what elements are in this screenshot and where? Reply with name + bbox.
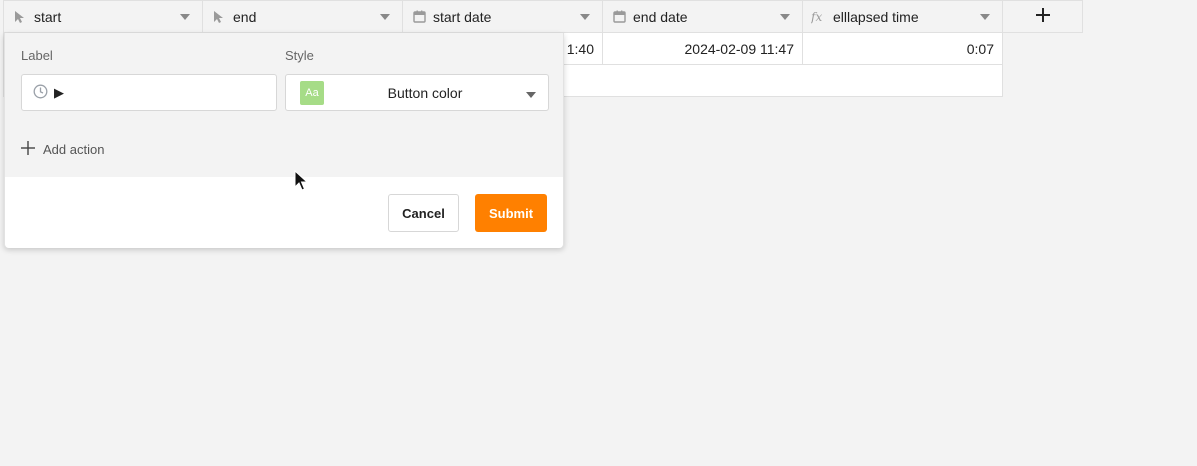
- plus-icon: [21, 140, 35, 158]
- table-cell[interactable]: 0:07: [803, 33, 1003, 65]
- table-view: start end start date end date fx elllaps…: [0, 0, 1197, 466]
- column-header-elapsed-time[interactable]: fx elllapsed time: [803, 0, 1003, 33]
- label-field[interactable]: ▶: [21, 74, 277, 111]
- add-action-label: Add action: [43, 141, 105, 157]
- chevron-down-icon[interactable]: [378, 10, 392, 24]
- plus-icon: [1035, 8, 1050, 25]
- chevron-down-icon[interactable]: [178, 10, 192, 24]
- button-config-popup: Label Style ▶ Aa Button color Add action…: [4, 33, 564, 248]
- submit-button[interactable]: Submit: [475, 194, 547, 232]
- column-title: end: [233, 8, 257, 25]
- formula-icon: fx: [811, 9, 827, 25]
- button-pointer-icon: [211, 9, 227, 25]
- svg-text:fx: fx: [811, 10, 822, 24]
- label-value: ▶: [54, 84, 64, 100]
- column-title: end date: [633, 8, 688, 25]
- popup-footer: Cancel Submit: [5, 177, 563, 248]
- calendar-icon: [611, 9, 627, 25]
- style-heading: Style: [285, 48, 314, 63]
- chevron-down-icon[interactable]: [778, 10, 792, 24]
- add-action-button[interactable]: Add action: [21, 139, 104, 159]
- style-dropdown[interactable]: Aa Button color: [285, 74, 549, 111]
- chevron-down-icon[interactable]: [578, 10, 592, 24]
- calendar-icon: [411, 9, 427, 25]
- column-title: start: [34, 8, 62, 25]
- color-swatch: Aa: [300, 80, 324, 105]
- chevron-down-icon[interactable]: [978, 10, 992, 24]
- table-cell[interactable]: 2024-02-09 11:47: [603, 33, 803, 65]
- popup-settings-section: Label Style ▶ Aa Button color Add action: [5, 33, 563, 177]
- add-column-button[interactable]: [1003, 0, 1083, 33]
- label-heading: Label: [21, 48, 53, 63]
- column-title: elllapsed time: [833, 8, 919, 25]
- clock-icon[interactable]: [33, 84, 48, 102]
- column-header-row: start end start date end date fx elllaps…: [3, 0, 1083, 33]
- column-header-end[interactable]: end: [203, 0, 403, 33]
- column-header-start-date[interactable]: start date: [403, 0, 603, 33]
- chevron-down-icon: [526, 85, 536, 101]
- mouse-cursor-icon: [294, 169, 309, 192]
- column-header-start[interactable]: start: [3, 0, 203, 33]
- column-title: start date: [433, 8, 492, 25]
- column-header-end-date[interactable]: end date: [603, 0, 803, 33]
- cancel-button[interactable]: Cancel: [388, 194, 459, 232]
- style-value: Button color: [387, 84, 463, 101]
- button-pointer-icon: [12, 9, 28, 25]
